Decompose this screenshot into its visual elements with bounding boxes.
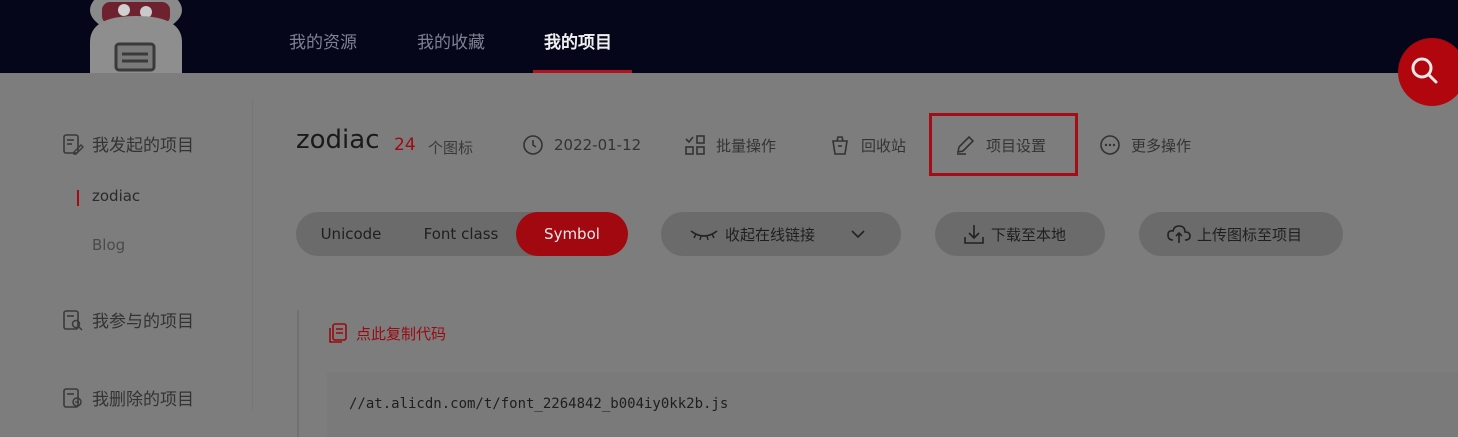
symbol-js-url: //at.alicdn.com/t/font_2264842_b004iy0kk… xyxy=(349,396,729,412)
copy-code-link[interactable]: 点此复制代码 xyxy=(328,322,446,344)
sidebar-project-blog[interactable]: Blog xyxy=(78,236,125,254)
sidebar-project-label: zodiac xyxy=(92,187,141,205)
edit-doc-icon xyxy=(63,133,84,155)
upload-icons-button[interactable]: 上传图标至项目 xyxy=(1139,212,1343,256)
chevron-down-icon xyxy=(851,230,865,239)
date-text: 2022-01-12 xyxy=(554,136,642,154)
nav-my-resources[interactable]: 我的资源 xyxy=(289,28,357,53)
download-label: 下载至本地 xyxy=(991,225,1067,244)
code-type-tabs: Unicode Font class Symbol xyxy=(296,212,628,256)
sidebar-group-created[interactable]: 我发起的项目 xyxy=(62,131,194,156)
mascot-logo-icon xyxy=(90,0,182,73)
batch-grid-icon xyxy=(685,135,705,155)
sidebar-group-joined[interactable]: 我参与的项目 xyxy=(62,307,194,332)
settings-highlight-box xyxy=(929,113,1078,176)
batch-operation-button[interactable]: 批量操作 xyxy=(684,134,776,156)
more-dots-icon xyxy=(1100,135,1120,155)
collapse-link-label: 收起在线链接 xyxy=(725,225,816,244)
search-button[interactable] xyxy=(1398,38,1458,106)
sidebar-group-label: 我发起的项目 xyxy=(92,136,194,156)
collapse-link-dropdown[interactable]: 收起在线链接 xyxy=(661,212,901,256)
download-local-button[interactable]: 下载至本地 xyxy=(935,212,1105,256)
nav-my-favorites[interactable]: 我的收藏 xyxy=(417,28,485,53)
more-actions-button[interactable]: 更多操作 xyxy=(1099,134,1191,156)
copy-code-label: 点此复制代码 xyxy=(356,324,447,343)
cloud-upload-icon xyxy=(1167,225,1191,243)
search-icon xyxy=(1411,57,1438,84)
nav-active-indicator xyxy=(533,70,632,73)
doc-trash-icon xyxy=(63,387,82,408)
batch-operation-label: 批量操作 xyxy=(716,136,777,155)
project-title: zodiac xyxy=(296,125,380,155)
tab-font-class[interactable]: Font class xyxy=(406,212,516,256)
sidebar-project-zodiac[interactable]: zodiac xyxy=(76,187,141,206)
recycle-bin-button[interactable]: 回收站 xyxy=(829,134,906,156)
clock-icon xyxy=(523,135,543,155)
more-actions-label: 更多操作 xyxy=(1131,136,1192,155)
sidebar-group-label: 我参与的项目 xyxy=(92,312,194,332)
upload-label: 上传图标至项目 xyxy=(1197,225,1303,244)
tab-symbol[interactable]: Symbol xyxy=(516,212,628,256)
doc-search-icon xyxy=(63,309,83,331)
project-date: 2022-01-12 xyxy=(522,134,641,156)
closed-eye-icon xyxy=(690,230,718,241)
sidebar-group-label: 我删除的项目 xyxy=(92,390,194,410)
download-icon xyxy=(964,225,984,244)
tab-unicode[interactable]: Unicode xyxy=(296,212,406,256)
recycle-bin-label: 回收站 xyxy=(861,136,907,155)
top-navbar: 我的资源 我的收藏 我的项目 xyxy=(0,0,1458,73)
copy-doc-icon xyxy=(329,323,347,343)
nav-my-projects[interactable]: 我的项目 xyxy=(544,28,612,53)
code-section-border xyxy=(297,310,299,437)
sidebar-group-deleted[interactable]: 我删除的项目 xyxy=(62,385,194,410)
trash-icon xyxy=(832,136,848,155)
icon-count: 24 xyxy=(394,135,416,155)
sidebar-divider xyxy=(252,100,253,410)
icon-count-unit: 个图标 xyxy=(428,139,474,157)
sidebar-project-label: Blog xyxy=(92,236,126,254)
